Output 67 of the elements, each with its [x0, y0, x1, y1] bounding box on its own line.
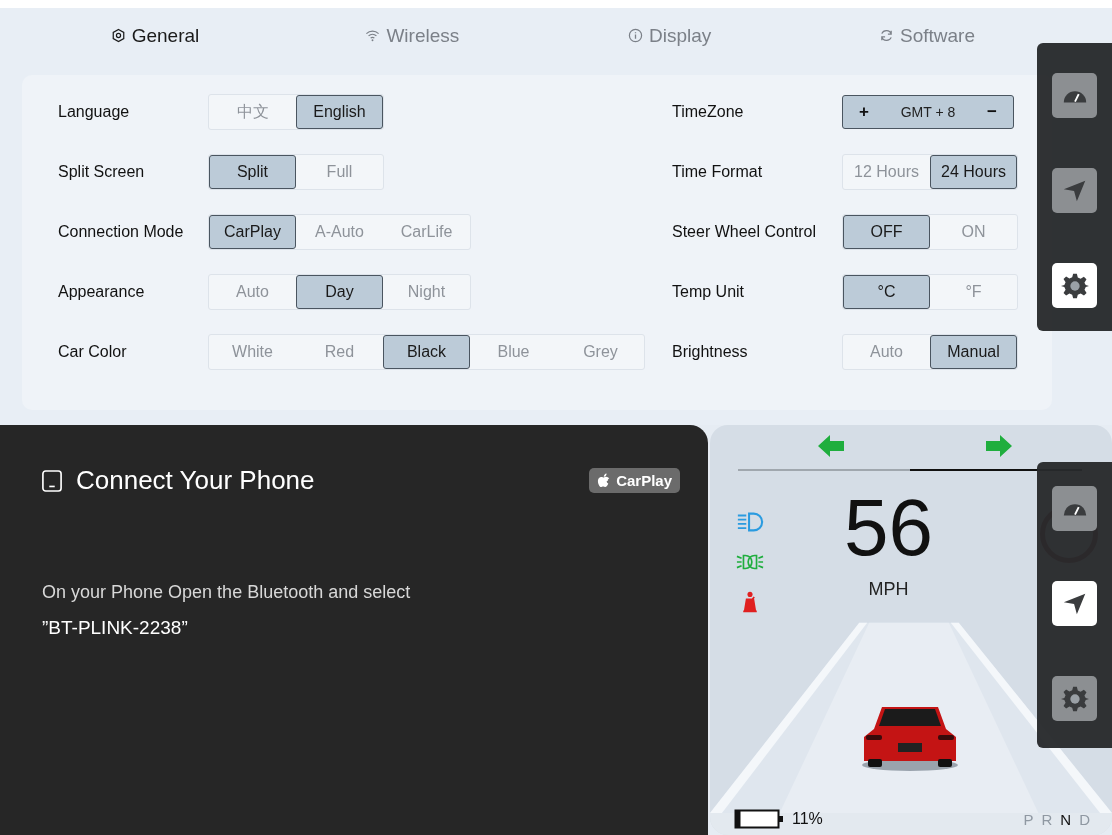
gauge-button[interactable]: [1052, 486, 1097, 531]
gear-indicator: P: [1023, 810, 1034, 828]
option-button[interactable]: A-Auto: [296, 215, 383, 249]
badge-label: CarPlay: [616, 472, 672, 489]
setting-label: Temp Unit: [672, 283, 746, 301]
setting-label: Car Color: [58, 343, 128, 361]
option-button[interactable]: Red: [296, 335, 383, 369]
option-button[interactable]: Split: [209, 155, 296, 189]
option-button[interactable]: 中文: [209, 95, 296, 129]
setting-label: Steer Wheel Control: [672, 223, 818, 241]
battery-icon: [734, 809, 784, 829]
option-button[interactable]: Night: [383, 275, 470, 309]
phone-icon: [42, 469, 62, 492]
option-button[interactable]: Auto: [843, 335, 930, 369]
option-button[interactable]: °C: [843, 275, 930, 309]
speed-reading: 56: [844, 485, 933, 571]
navigation-button[interactable]: [1052, 581, 1097, 626]
settings-tab[interactable]: Display: [554, 24, 785, 47]
hexagon-icon: [110, 28, 126, 43]
speed-unit: MPH: [868, 579, 909, 600]
card-title: Connect Your Phone: [76, 465, 316, 496]
device-name: ”BT-PLINK-2238”: [42, 617, 189, 639]
option-button[interactable]: OFF: [843, 215, 930, 249]
settings-tab[interactable]: General: [40, 24, 270, 47]
setting-label: Appearance: [58, 283, 146, 301]
refresh-icon: [879, 28, 894, 43]
option-button[interactable]: White: [209, 335, 296, 369]
option-button[interactable]: Manual: [930, 335, 1017, 369]
setting-label: Brightness: [672, 343, 749, 361]
setting-label: Time Format: [672, 163, 764, 181]
right-turn-icon: [986, 435, 1012, 457]
wifi-icon: [365, 28, 381, 43]
option-button[interactable]: CarLife: [383, 215, 470, 249]
setting-label: Connection Mode: [58, 223, 185, 241]
timezone-value: GMT + 8: [900, 104, 956, 120]
option-button[interactable]: CarPlay: [209, 215, 296, 249]
option-button[interactable]: Black: [383, 335, 470, 369]
option-button[interactable]: 24 Hours: [930, 155, 1017, 189]
battery-percent: 11%: [792, 810, 824, 828]
gear-indicator: D: [1079, 810, 1090, 828]
settings-icon: [1060, 684, 1089, 713]
gear-indicator: R: [1041, 810, 1053, 828]
setting-label: Split Screen: [58, 163, 146, 181]
gauge-button[interactable]: [1052, 73, 1097, 118]
option-button[interactable]: ON: [930, 215, 1017, 249]
option-button[interactable]: Grey: [557, 335, 644, 369]
gear-indicator: N: [1060, 810, 1072, 828]
option-button[interactable]: °F: [930, 275, 1017, 309]
option-button[interactable]: Blue: [470, 335, 557, 369]
left-turn-icon: [818, 435, 844, 457]
option-button[interactable]: 12 Hours: [843, 155, 930, 189]
info-icon: [628, 28, 643, 43]
settings-button[interactable]: [1052, 263, 1097, 308]
setting-label: TimeZone: [672, 103, 745, 121]
option-button[interactable]: English: [296, 95, 383, 129]
apple-icon: [597, 473, 611, 488]
headlight-icon: [736, 511, 764, 533]
settings-tab[interactable]: Software: [812, 24, 1042, 47]
increase-button[interactable]: +: [853, 102, 875, 122]
settings-icon: [1060, 271, 1089, 300]
instruction-text: On your Phone Open the Bluetooth and select: [42, 582, 412, 603]
setting-label: Language: [58, 103, 131, 121]
option-button[interactable]: Auto: [209, 275, 296, 309]
settings-tab[interactable]: Wireless: [297, 24, 528, 47]
decrease-button[interactable]: −: [981, 102, 1003, 122]
option-button[interactable]: Full: [296, 155, 383, 189]
option-button[interactable]: Day: [296, 275, 383, 309]
